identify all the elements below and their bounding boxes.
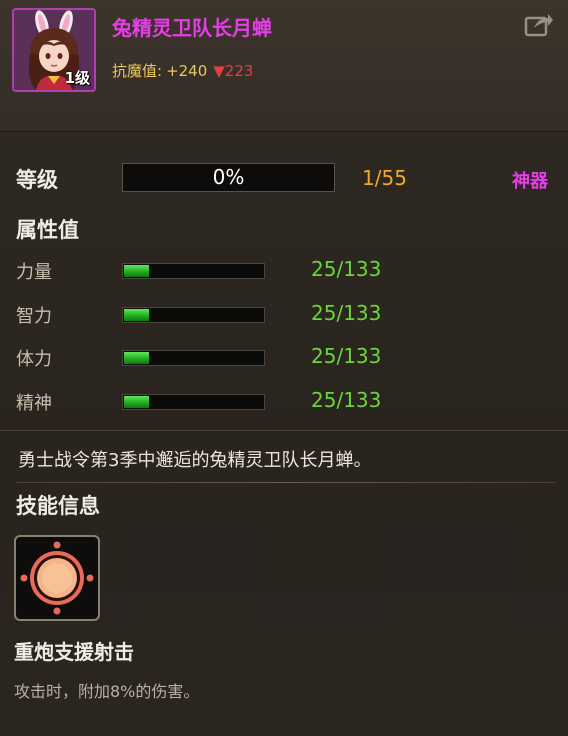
skill-icon-slot[interactable] xyxy=(14,535,100,621)
attr-bar xyxy=(122,394,265,410)
attr-name: 智力 xyxy=(16,306,52,327)
attr-value: 25/133 xyxy=(311,388,382,412)
level-progress-bar: 0% xyxy=(122,163,335,192)
hero-detail-panel: 1级 兔精灵卫队长月蝉 抗魔值: +240 ▼223 等级 0% 1/55 神器 属… xyxy=(0,0,568,736)
attr-fill xyxy=(124,309,149,321)
attr-value: 25/133 xyxy=(311,257,382,281)
stat-down-value: ▼223 xyxy=(213,62,254,80)
skill-description: 攻击时，附加8%的伤害。 xyxy=(14,682,200,701)
attr-fill xyxy=(124,265,149,277)
cannon-target-icon xyxy=(20,541,94,615)
attr-row-stamina: 体力 25/133 xyxy=(0,343,568,373)
hero-level-badge: 1级 xyxy=(64,69,90,87)
attr-value: 25/133 xyxy=(311,344,382,368)
decorative-divider xyxy=(16,482,556,483)
hero-description: 勇士战令第3季中邂逅的兔精灵卫队长月蝉。 xyxy=(18,450,372,471)
attr-fill xyxy=(124,352,149,364)
artifact-button[interactable]: 神器 xyxy=(512,167,548,193)
attr-name: 力量 xyxy=(16,262,52,283)
stat-label: 抗魔值: xyxy=(112,62,163,80)
attr-fill xyxy=(124,396,149,408)
attr-row-spirit: 精神 25/133 xyxy=(0,387,568,417)
attributes-title: 属性值 xyxy=(16,218,79,242)
attr-value: 25/133 xyxy=(311,301,382,325)
attr-bar xyxy=(122,307,265,323)
attr-name: 精神 xyxy=(16,393,52,414)
level-label: 等级 xyxy=(16,168,58,192)
stat-plus-value: +240 xyxy=(166,62,208,80)
magic-resist-stat: 抗魔值: +240 ▼223 xyxy=(112,60,253,81)
level-percent: 0% xyxy=(212,165,245,189)
hero-name: 兔精灵卫队长月蝉 xyxy=(112,16,272,40)
attr-row-intelligence: 智力 25/133 xyxy=(0,300,568,330)
hero-header: 1级 兔精灵卫队长月蝉 抗魔值: +240 ▼223 xyxy=(0,0,568,132)
divider xyxy=(0,430,568,431)
attr-row-strength: 力量 25/133 xyxy=(0,256,568,286)
share-icon[interactable] xyxy=(524,12,554,38)
attr-bar xyxy=(122,263,265,279)
attr-bar xyxy=(122,350,265,366)
level-count: 1/55 xyxy=(362,166,407,190)
skill-name: 重炮支援射击 xyxy=(14,640,134,664)
hero-avatar[interactable]: 1级 xyxy=(12,8,96,92)
skill-section-title: 技能信息 xyxy=(16,494,100,518)
attr-name: 体力 xyxy=(16,349,52,370)
